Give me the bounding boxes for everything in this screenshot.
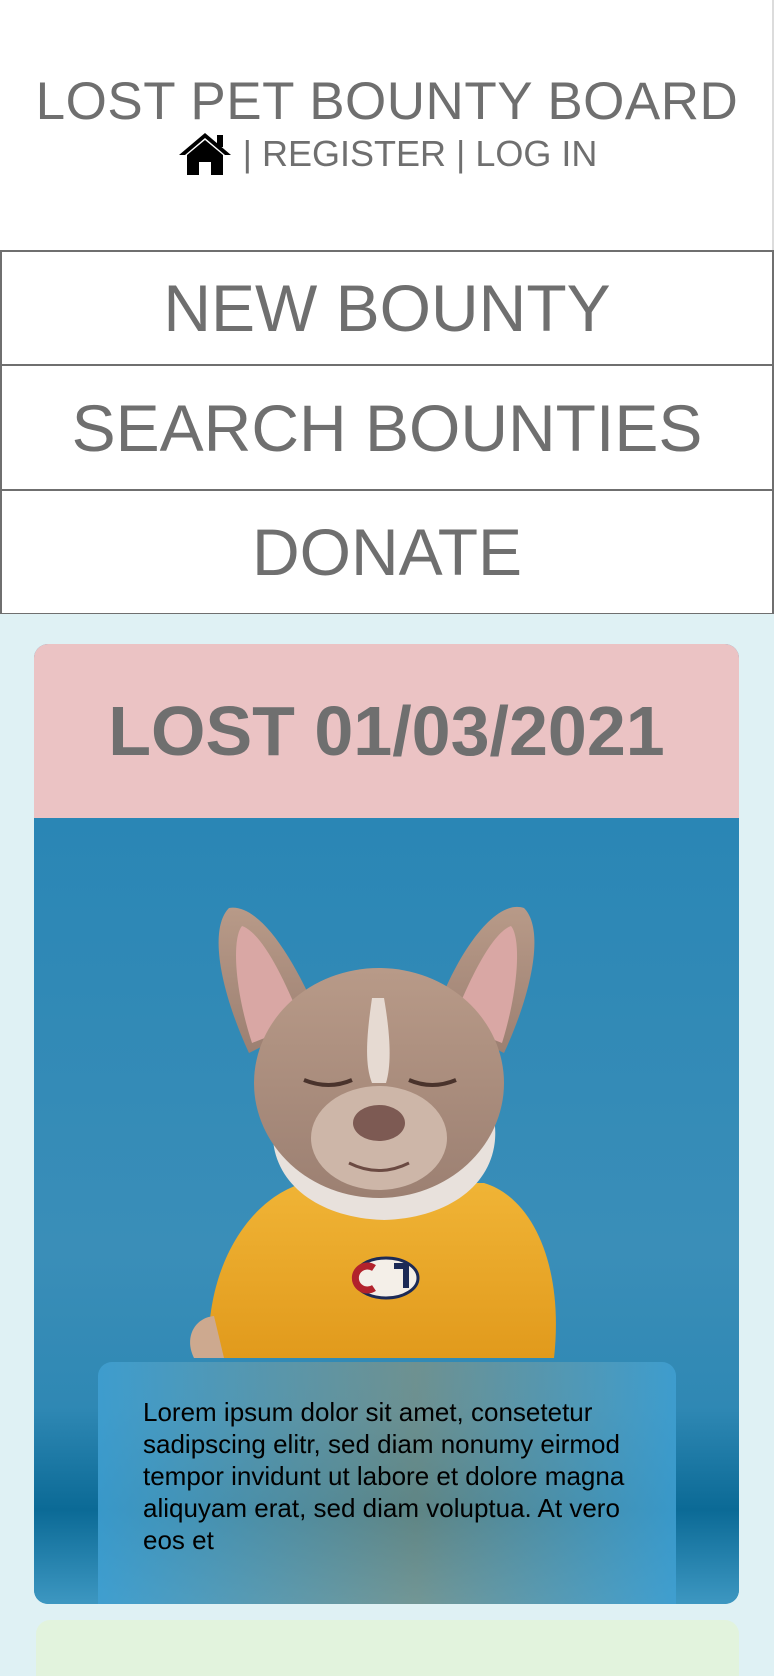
search-bounties-button[interactable]: SEARCH BOUNTIES xyxy=(0,364,774,491)
account-nav: | REGISTER | LOG IN xyxy=(0,130,774,178)
site-title: LOST PET BOUNTY BOARD xyxy=(35,72,739,131)
new-bounty-button[interactable]: NEW BOUNTY xyxy=(0,250,774,366)
donate-button[interactable]: DONATE xyxy=(0,489,774,615)
description-panel: Lorem ipsum dolor sit amet, consetetur s… xyxy=(98,1362,676,1604)
bounty-card[interactable]: LOST 01/03/2021 Lorem ipsum dolor sit am… xyxy=(34,644,739,1604)
lost-date-heading: LOST 01/03/2021 xyxy=(34,644,739,818)
site-header: LOST PET BOUNTY BOARD | REGISTER | LOG I… xyxy=(0,0,774,252)
bounty-description: Lorem ipsum dolor sit amet, consetetur s… xyxy=(143,1397,625,1555)
pet-photo: Lorem ipsum dolor sit amet, consetetur s… xyxy=(34,818,739,1604)
register-link[interactable]: REGISTER xyxy=(262,133,446,175)
login-link[interactable]: LOG IN xyxy=(475,133,597,175)
nav-separator: | xyxy=(242,133,252,174)
bounty-feed: LOST 01/03/2021 Lorem ipsum dolor sit am… xyxy=(0,614,774,1676)
page: LOST PET BOUNTY BOARD | REGISTER | LOG I… xyxy=(0,0,774,1676)
nav-separator: | xyxy=(456,133,466,174)
next-bounty-card[interactable] xyxy=(36,1620,739,1676)
home-icon[interactable] xyxy=(177,131,233,177)
